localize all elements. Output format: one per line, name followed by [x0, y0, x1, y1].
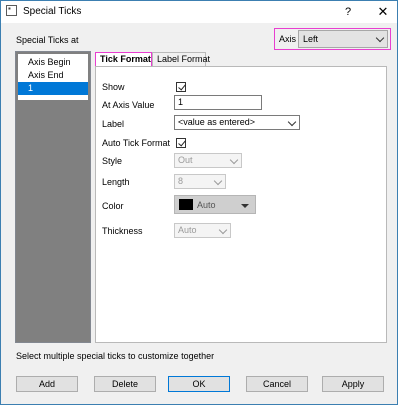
hint-text: Select multiple special ticks to customi… — [16, 351, 215, 361]
length-label: Length — [102, 177, 130, 187]
label-dropdown[interactable]: <value as entered> — [174, 115, 300, 130]
color-label: Color — [102, 201, 124, 211]
color-picker[interactable]: Auto — [174, 195, 256, 214]
delete-button[interactable]: Delete — [94, 376, 156, 392]
special-ticks-dialog: ▪ Special Ticks ? ✕ Special Ticks at Axi… — [0, 0, 398, 405]
window-title: Special Ticks — [23, 6, 82, 17]
axis-dropdown[interactable]: Left — [298, 30, 388, 48]
list-item-1[interactable]: 1 — [18, 82, 88, 95]
dropdown-arrow-icon — [241, 204, 249, 208]
chevron-down-icon — [218, 225, 228, 235]
length-dropdown[interactable]: 8 — [174, 174, 226, 189]
label-label: Label — [102, 119, 125, 129]
style-label: Style — [102, 156, 123, 166]
app-icon: ▪ — [6, 4, 17, 16]
style-dropdown[interactable]: Out — [174, 153, 242, 168]
list-item-axis-begin[interactable]: Axis Begin — [18, 56, 88, 69]
label-dropdown-value: <value as entered> — [178, 117, 256, 127]
show-checkbox[interactable] — [176, 82, 186, 92]
chevron-down-icon — [229, 155, 239, 165]
axis-label: Axis — [279, 34, 297, 44]
tab-label-format[interactable]: Label Format — [152, 52, 210, 66]
chevron-down-icon — [287, 117, 297, 127]
style-value: Out — [178, 155, 193, 165]
checkmark-icon — [177, 82, 186, 91]
thickness-label: Thickness — [102, 226, 143, 236]
help-button[interactable]: ? — [336, 3, 360, 21]
special-ticks-label: Special Ticks at — [16, 35, 79, 45]
length-value: 8 — [178, 176, 184, 186]
color-value: Auto — [197, 200, 216, 210]
thickness-value: Auto — [178, 225, 197, 235]
list-item-axis-end[interactable]: Axis End — [18, 69, 88, 82]
title-bar: ▪ Special Ticks ? ✕ — [1, 1, 397, 23]
at-axis-value-label: At Axis Value — [102, 100, 155, 110]
tick-format-panel: Show At Axis Value 1 Label <value as ent… — [95, 66, 387, 343]
color-swatch — [179, 199, 193, 210]
auto-tick-format-label: Auto Tick Format — [102, 138, 171, 148]
auto-tick-format-checkbox[interactable] — [176, 138, 186, 148]
show-label: Show — [102, 82, 125, 92]
apply-button[interactable]: Apply — [322, 376, 384, 392]
special-ticks-list[interactable]: Axis Begin Axis End 1 — [15, 51, 91, 343]
chevron-down-icon — [375, 33, 385, 43]
list-body: Axis Begin Axis End 1 — [18, 54, 88, 100]
at-axis-value-input[interactable]: 1 — [174, 95, 262, 110]
axis-selected-value: Left — [303, 34, 319, 44]
close-button[interactable]: ✕ — [371, 3, 395, 21]
thickness-dropdown[interactable]: Auto — [174, 223, 231, 238]
checkmark-icon — [177, 138, 186, 147]
add-button[interactable]: Add — [16, 376, 78, 392]
cancel-button[interactable]: Cancel — [246, 376, 308, 392]
ok-button[interactable]: OK — [168, 376, 230, 392]
chevron-down-icon — [213, 176, 223, 186]
tab-tick-format[interactable]: Tick Format — [95, 52, 152, 67]
